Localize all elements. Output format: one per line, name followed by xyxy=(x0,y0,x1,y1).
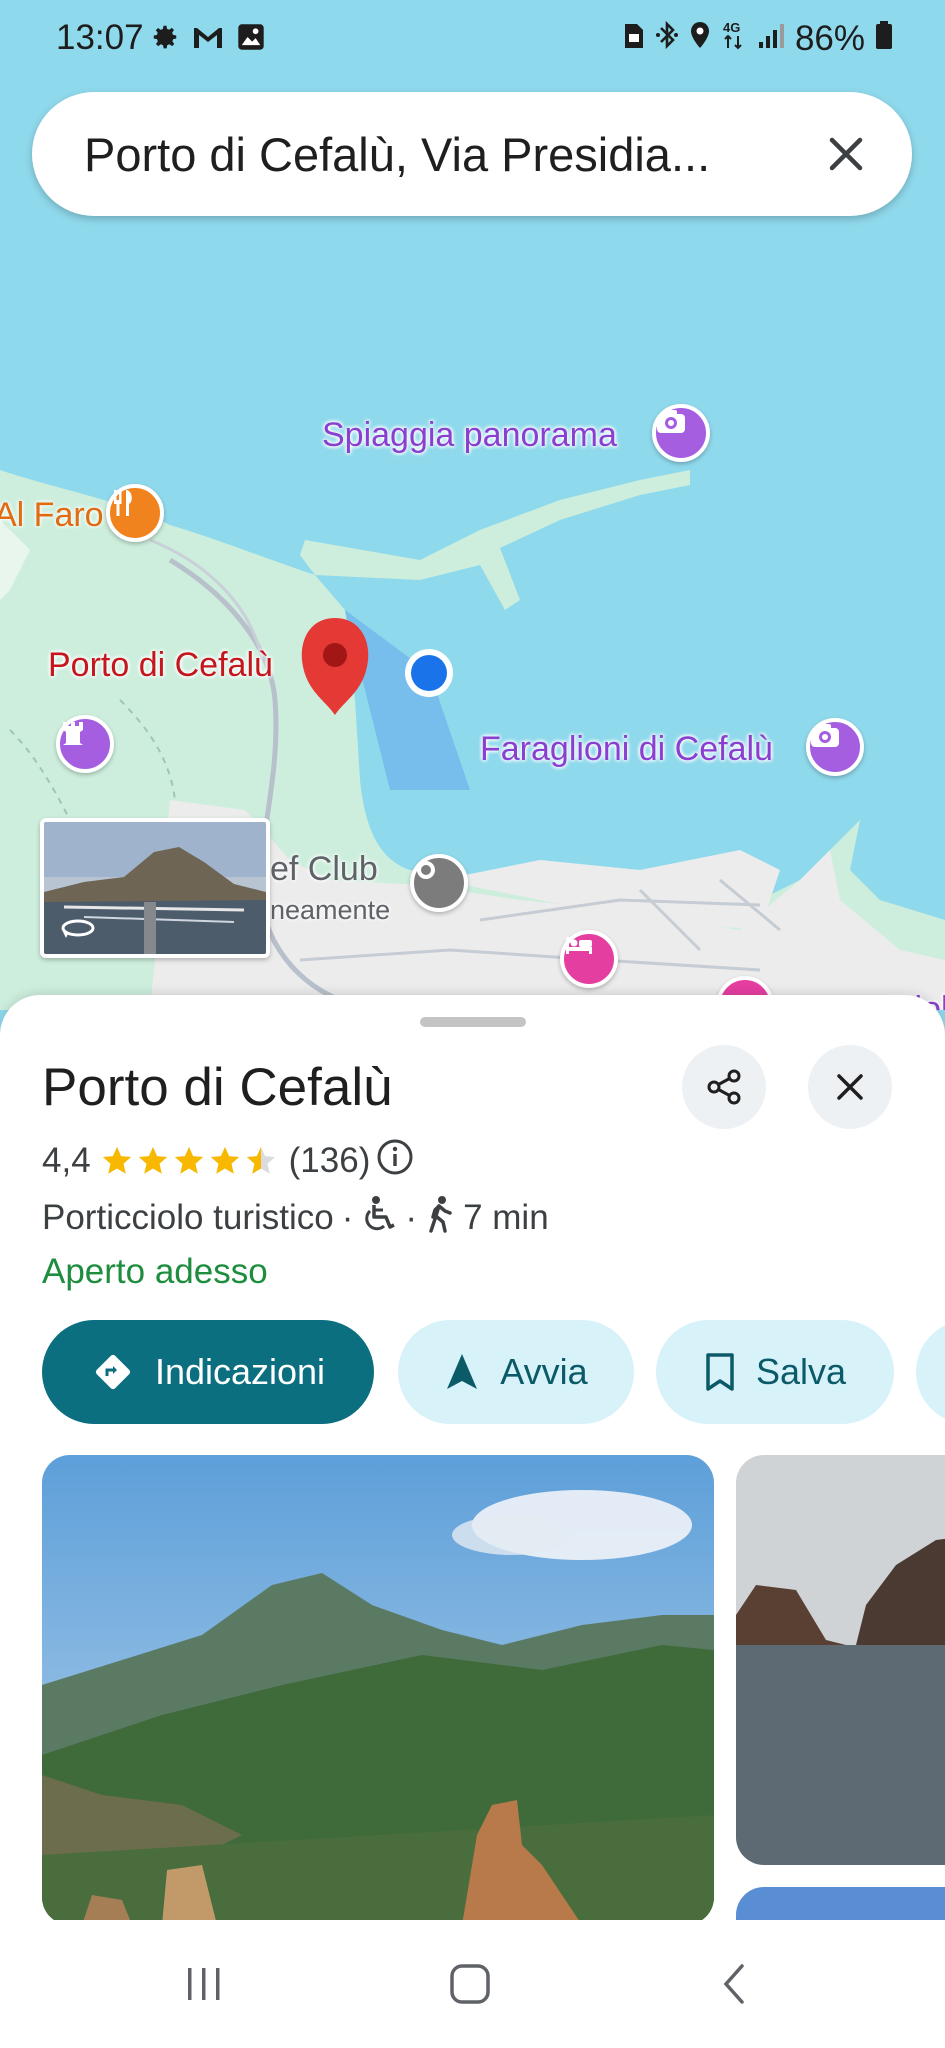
back-icon[interactable] xyxy=(704,1954,764,2014)
save-label: Salva xyxy=(755,1351,847,1392)
status-time: 13:07 xyxy=(56,18,144,57)
share-icon xyxy=(707,1069,741,1105)
place-photo-main[interactable] xyxy=(42,1455,714,1920)
directions-icon xyxy=(95,1354,131,1390)
gmail-icon xyxy=(192,22,224,57)
walk-time: 7 min xyxy=(463,1198,549,1237)
separator: · xyxy=(341,1198,354,1237)
start-navigation-button[interactable]: Avvia xyxy=(398,1320,634,1424)
map-label-spiaggia[interactable]: Spiaggia panorama xyxy=(322,416,617,455)
walking-icon xyxy=(425,1195,455,1242)
separator: · xyxy=(405,1198,418,1237)
sheet-drag-handle[interactable] xyxy=(420,1017,526,1027)
status-bar: 13:07 4G 86% xyxy=(0,0,945,78)
hotel-icon[interactable] xyxy=(560,930,618,988)
star-icon xyxy=(102,1146,131,1174)
my-location-icon[interactable] xyxy=(405,649,453,697)
close-icon[interactable] xyxy=(816,124,876,184)
search-bar[interactable]: Porto di Cefalù, Via Presidia... xyxy=(32,92,912,216)
info-icon[interactable] xyxy=(376,1138,414,1185)
place-title: Porto di Cefalù xyxy=(42,1058,393,1117)
map-label-porto[interactable]: Porto di Cefalù xyxy=(48,646,273,685)
rotate-360-icon xyxy=(60,914,96,940)
street-view-thumbnail[interactable] xyxy=(40,818,270,958)
recents-icon[interactable] xyxy=(174,1954,234,2014)
svg-text:4G: 4G xyxy=(723,20,740,35)
camera-icon[interactable] xyxy=(652,404,710,462)
close-icon xyxy=(837,1074,863,1100)
place-dot-icon[interactable] xyxy=(410,854,468,912)
map-label-faraglioni[interactable]: Faraglioni di Cefalù xyxy=(480,730,773,769)
map-label-al-faro[interactable]: Al Faro xyxy=(0,496,104,535)
place-photo-third[interactable] xyxy=(736,1887,945,1920)
map-label-club[interactable]: ef Club xyxy=(270,850,378,889)
signal-icon xyxy=(757,19,785,59)
sim-icon xyxy=(623,19,645,59)
restaurant-icon[interactable] xyxy=(106,484,164,542)
save-button[interactable]: Salva xyxy=(656,1320,894,1424)
place-category: Porticciolo turistico xyxy=(42,1198,334,1237)
star-icon xyxy=(210,1146,239,1174)
battery-level: 86% xyxy=(794,18,865,58)
home-icon[interactable] xyxy=(440,1954,500,2014)
directions-label: Indicazioni xyxy=(154,1351,326,1392)
directions-button[interactable]: Indicazioni xyxy=(42,1320,374,1424)
camera-icon[interactable] xyxy=(806,718,864,776)
selected-place-marker-icon[interactable] xyxy=(300,615,370,715)
place-photo-secondary[interactable] xyxy=(736,1455,945,1865)
map-label-club-sub: neamente xyxy=(270,895,391,925)
bookmark-icon xyxy=(706,1353,734,1391)
wheelchair-icon xyxy=(361,1195,397,1242)
action-chips: Indicazioni Avvia Salva xyxy=(42,1320,945,1424)
star-icon xyxy=(138,1146,167,1174)
open-status: Aperto adesso xyxy=(42,1252,268,1291)
star-icon xyxy=(174,1146,203,1174)
navigation-arrow-icon xyxy=(447,1354,478,1389)
gear-icon xyxy=(150,22,180,57)
battery-icon xyxy=(875,19,893,59)
bluetooth-icon xyxy=(655,19,679,59)
castle-icon[interactable] xyxy=(56,715,114,773)
half-star-icon xyxy=(246,1146,275,1174)
place-bottom-sheet[interactable]: Porto di Cefalù 4,4 (136) Porticciolo tu… xyxy=(0,995,945,1920)
close-place-button[interactable] xyxy=(808,1045,892,1129)
review-count[interactable]: (136) xyxy=(289,1141,371,1181)
start-label: Avvia xyxy=(500,1351,588,1392)
rating-row[interactable]: 4,4 (136) xyxy=(42,1138,414,1184)
share-button[interactable] xyxy=(682,1045,766,1129)
location-icon xyxy=(689,19,711,59)
more-action-chip[interactable] xyxy=(916,1320,945,1424)
place-info-row: Porticciolo turistico · · 7 min xyxy=(42,1195,549,1241)
rating-value: 4,4 xyxy=(42,1141,91,1180)
system-navigation-bar xyxy=(0,1920,945,2048)
star-rating xyxy=(99,1144,279,1178)
search-query[interactable]: Porto di Cefalù, Via Presidia... xyxy=(84,127,816,182)
network-4g-icon: 4G xyxy=(721,18,747,59)
gallery-icon xyxy=(236,22,266,57)
